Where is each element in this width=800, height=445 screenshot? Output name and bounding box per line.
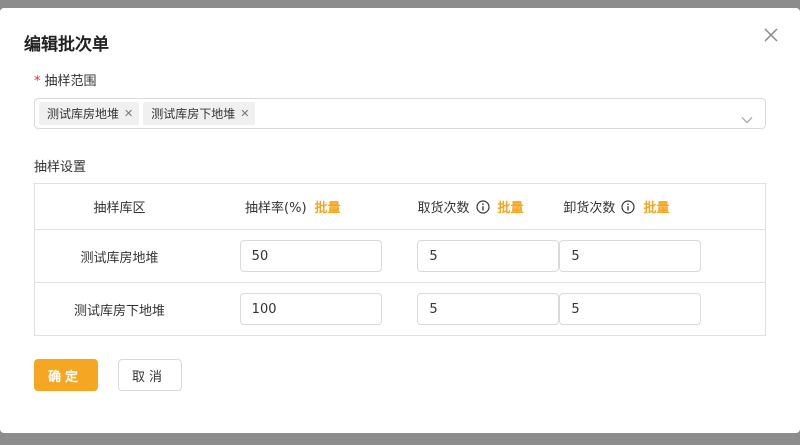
header-area: 抽样库区 [33,183,204,230]
info-icon[interactable] [475,199,490,214]
tag-remove-icon[interactable]: ✕ [240,107,249,120]
sampling-settings-table: 抽样库区 抽样率(%) 批量 取货次数 批量 卸货次数 批量 测试库房地堆 50… [33,183,767,336]
dialog-title: 编辑批次单 [24,35,109,55]
area-cell: 测试库房下地堆 [33,282,204,336]
sampling-scope-label-text: 抽样范围 [44,74,97,89]
close-icon[interactable] [762,26,780,44]
table-row: 测试库房地堆 [33,229,767,283]
table-row: 测试库房下地堆 [33,282,767,336]
rate-input[interactable] [239,240,382,272]
scope-tag: 测试库房下地堆 ✕ [143,102,256,125]
pick-count-input[interactable] [417,293,560,325]
header-rate: 抽样率(%) 批量 [203,183,382,230]
header-unload-count-label: 卸货次数 [563,201,616,216]
rate-batch-link[interactable]: 批量 [315,197,341,216]
sampling-settings-label: 抽样设置 [34,160,87,175]
rate-cell [203,282,382,336]
tag-remove-icon[interactable]: ✕ [124,107,133,120]
unload-count-input[interactable] [559,240,702,272]
scope-tag: 测试库房地堆 ✕ [39,102,140,125]
cancel-button[interactable]: 取消 [118,359,182,391]
rate-cell [203,229,382,283]
area-cell: 测试库房地堆 [33,229,204,283]
unload-count-cell [559,282,767,336]
pick-count-cell [381,282,560,336]
info-icon[interactable] [621,199,636,214]
required-mark: * [34,74,41,89]
confirm-button[interactable]: 确定 [34,359,98,391]
unload-count-batch-link[interactable]: 批量 [643,197,669,216]
table-header-row: 抽样库区 抽样率(%) 批量 取货次数 批量 卸货次数 批量 [33,183,767,230]
pick-count-batch-link[interactable]: 批量 [498,197,524,216]
header-unload-count: 卸货次数 批量 [559,183,767,230]
pick-count-cell [381,229,560,283]
header-pick-count: 取货次数 批量 [381,183,560,230]
sampling-scope-label: * 抽样范围 [34,70,97,89]
chevron-down-icon[interactable] [741,109,753,128]
edit-batch-dialog: 编辑批次单 * 抽样范围 测试库房地堆 ✕ 测试库房下地堆 ✕ 抽样设置 抽样库区 [0,8,800,433]
pick-count-input[interactable] [417,240,560,272]
header-pick-count-label: 取货次数 [417,201,470,216]
unload-count-input[interactable] [559,293,702,325]
header-rate-label: 抽样率(%) [245,201,307,216]
scope-tag-label: 测试库房下地堆 [151,107,236,121]
scope-tag-label: 测试库房地堆 [47,107,120,121]
sampling-scope-select[interactable]: 测试库房地堆 ✕ 测试库房下地堆 ✕ [34,98,766,129]
unload-count-cell [559,229,767,283]
header-area-label: 抽样库区 [93,201,146,216]
rate-input[interactable] [239,293,382,325]
